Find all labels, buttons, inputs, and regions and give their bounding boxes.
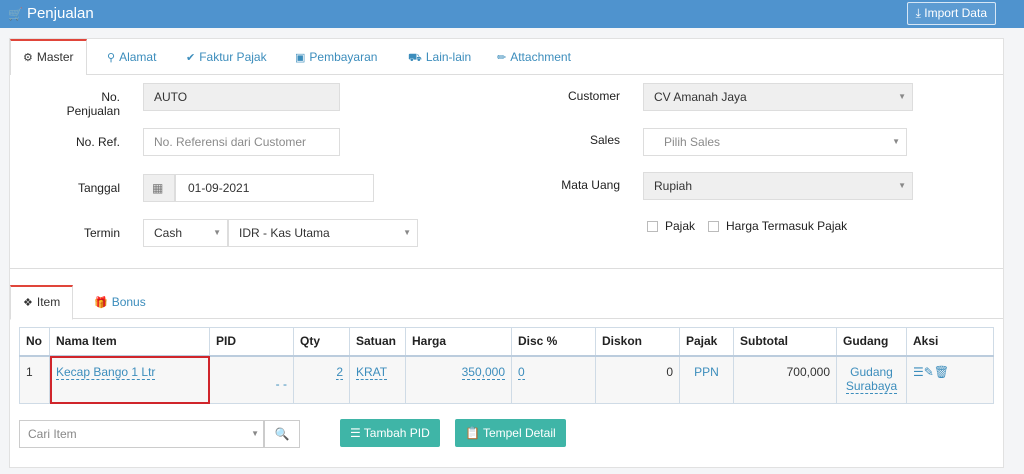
paperclip-icon: ✏ (497, 52, 507, 64)
termin-label: Termin (83, 226, 120, 240)
cell-qty: 2 (293, 355, 350, 404)
pajak-checkbox-label: Pajak (665, 219, 696, 233)
customer-select[interactable]: CV Amanah Jaya ▼ (643, 83, 913, 111)
cart-icon: 🛒 (8, 7, 23, 21)
tambah-pid-button[interactable]: ☰ Tambah PID (340, 419, 440, 447)
table-header-row: No Nama Item PID Qty Satuan Harga Disc %… (19, 327, 994, 357)
truck-icon: ⛟ (408, 52, 422, 64)
cell-subtotal: 700,000 (733, 355, 837, 404)
money-icon: ▣ (295, 52, 306, 64)
disc-link[interactable]: 0 (518, 365, 525, 380)
cell-gudang: Gudang Surabaya (836, 355, 907, 404)
no-penjualan-field: AUTO (143, 83, 340, 111)
col-gudang: Gudang (836, 327, 907, 357)
cari-item-select[interactable]: Cari Item ▼ (19, 420, 264, 448)
pid-link[interactable]: - - (276, 377, 287, 391)
tab-pembayaran[interactable]: ▣ Pembayaran (293, 39, 379, 75)
cell-satuan: KRAT (349, 355, 406, 404)
page-title: 🛒 Penjualan (8, 5, 94, 22)
download-icon: ⤓ (915, 6, 921, 20)
chevron-down-icon: ▼ (898, 92, 906, 101)
mata-uang-select[interactable]: Rupiah ▼ (643, 172, 913, 200)
col-no: No (19, 327, 50, 357)
import-data-button[interactable]: ⤓ Import Data (906, 2, 996, 25)
col-qty: Qty (293, 327, 350, 357)
trash-icon[interactable]: 🗑 (934, 365, 949, 379)
master-form: No. Penjualan AUTO No. Ref. No. Referens… (10, 75, 1003, 269)
mata-uang-label: Mata Uang (561, 178, 620, 192)
customer-label: Customer (567, 89, 620, 103)
main-panel: ⚙ Master ⚲ Alamat ✔ Faktur Pajak ▣ Pembayara… (9, 38, 1004, 468)
barcode-icon[interactable]: ☰ (913, 365, 924, 379)
col-satuan: Satuan (349, 327, 406, 357)
col-aksi: Aksi (906, 327, 994, 357)
top-header: 🛒 Penjualan ⤓ Import Data (0, 0, 1024, 28)
no-ref-label: No. Ref. (75, 135, 120, 149)
item-tabs: ❖ Item 🎁 Bonus (10, 285, 1003, 320)
cell-pid: - - (209, 355, 294, 404)
termin-select[interactable]: Cash ▼ (143, 219, 228, 247)
tab-lain-lain[interactable]: ⛟ Lain-lain (406, 39, 473, 75)
nama-item-link[interactable]: Kecap Bango 1 Ltr (56, 365, 156, 380)
tab-item[interactable]: ❖ Item (10, 285, 74, 320)
qty-link[interactable]: 2 (336, 365, 343, 380)
tab-attachment[interactable]: ✏ Attachment (495, 39, 573, 75)
chevron-down-icon: ▼ (251, 429, 259, 438)
form-tabs: ⚙ Master ⚲ Alamat ✔ Faktur Pajak ▣ Pembayara… (10, 39, 1003, 76)
chevron-down-icon: ▼ (892, 137, 900, 146)
no-penjualan-label: No. Penjualan (66, 90, 120, 118)
col-diskon: Diskon (595, 327, 680, 357)
items-table: No Nama Item PID Qty Satuan Harga Disc %… (19, 327, 994, 404)
col-pid: PID (209, 327, 294, 357)
no-ref-input[interactable]: No. Referensi dari Customer (143, 128, 340, 156)
pajak-link[interactable]: PPN (694, 365, 719, 379)
col-pajak: Pajak (679, 327, 734, 357)
tab-faktur-pajak[interactable]: ✔ Faktur Pajak (184, 39, 269, 75)
cell-nama-item: Kecap Bango 1 Ltr (49, 355, 210, 404)
cell-diskon: 0 (595, 355, 680, 404)
paste-icon: 📋 (465, 426, 480, 440)
gudang-link[interactable]: Gudang Surabaya (845, 365, 898, 394)
cell-pajak: PPN (679, 355, 734, 404)
tab-alamat[interactable]: ⚲ Alamat (105, 39, 158, 75)
pajak-checkbox[interactable] (647, 221, 658, 232)
calendar-icon[interactable]: ▦ (143, 174, 175, 202)
sales-label: Sales (589, 133, 620, 147)
cell-aksi: ☰✎🗑 (906, 355, 994, 404)
map-marker-icon: ⚲ (107, 52, 116, 64)
gears-icon: ⚙ (23, 52, 33, 64)
cell-disc: 0 (511, 355, 596, 404)
chevron-down-icon: ▼ (213, 228, 221, 237)
satuan-link[interactable]: KRAT (356, 365, 388, 380)
col-nama-item: Nama Item (49, 327, 210, 357)
cell-no: 1 (19, 355, 50, 404)
col-disc: Disc % (511, 327, 596, 357)
tanggal-label: Tanggal (77, 181, 120, 195)
harga-termasuk-pajak-label: Harga Termasuk Pajak (726, 219, 848, 233)
chevron-down-icon: ▼ (898, 181, 906, 190)
cell-harga: 350,000 (405, 355, 512, 404)
col-harga: Harga (405, 327, 512, 357)
barcode-icon: ☰ (350, 426, 361, 440)
tempel-detail-button[interactable]: 📋 Tempel Detail (455, 419, 566, 447)
search-button[interactable]: 🔍 (264, 420, 300, 448)
gift-icon: 🎁 (94, 297, 108, 309)
kas-account-select[interactable]: IDR - Kas Utama ▼ (228, 219, 418, 247)
harga-link[interactable]: 350,000 (461, 365, 505, 380)
table-row: 1 Kecap Bango 1 Ltr - - 2 KRAT 350,000 0 (19, 355, 994, 404)
harga-termasuk-pajak-checkbox[interactable] (708, 221, 719, 232)
pencil-icon[interactable]: ✎ (924, 365, 934, 379)
tab-master[interactable]: ⚙ Master (10, 39, 87, 76)
sales-select[interactable]: Pilih Sales ▼ (643, 128, 907, 156)
search-icon: 🔍 (274, 427, 290, 441)
chevron-down-icon: ▼ (403, 228, 411, 237)
col-subtotal: Subtotal (733, 327, 837, 357)
tab-bonus[interactable]: 🎁 Bonus (92, 285, 148, 319)
tanggal-input[interactable]: 01-09-2021 (175, 174, 374, 202)
check-circle-icon: ✔ (186, 52, 196, 64)
cubes-icon: ❖ (23, 297, 33, 309)
